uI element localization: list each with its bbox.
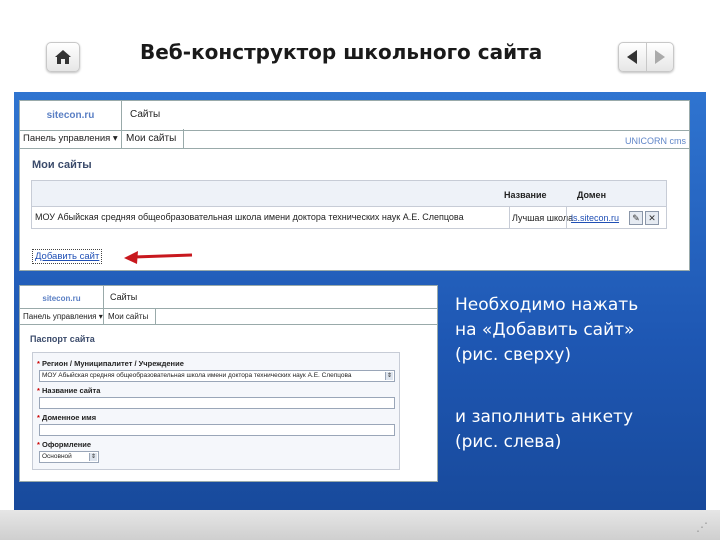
instruction-line: и заполнить анкету — [455, 407, 634, 427]
site-name-label: * Название сайта — [37, 386, 101, 395]
home-icon — [55, 50, 71, 64]
section-title: Паспорт сайта — [30, 334, 95, 344]
next-slide-button[interactable] — [647, 43, 674, 71]
tab-my-sites[interactable]: Мои сайты — [122, 129, 184, 149]
site-passport-form: * Регион / Муниципалитет / Учреждение МО… — [32, 352, 400, 470]
site-name-input[interactable] — [39, 397, 395, 409]
site-name-cell: Лучшая школа — [509, 207, 573, 229]
table-row[interactable]: МОУ Абыйская средняя общеобразовательная… — [32, 207, 666, 229]
instruction-line: на «Добавить сайт» — [455, 320, 635, 340]
domain-link[interactable]: ls.sitecon.ru — [566, 207, 619, 229]
slide-footer: ⋰ — [0, 510, 720, 540]
column-header-domain: Домен — [577, 190, 606, 200]
slide-nav — [618, 42, 674, 72]
column-header-name: Название — [504, 190, 547, 200]
instruction-line: Необходимо нажать — [455, 295, 639, 315]
add-site-link[interactable]: Добавить сайт — [32, 249, 103, 264]
tab-control-panel[interactable]: Панель управления ▾ — [20, 309, 104, 325]
table-header: Название Домен — [32, 181, 666, 207]
slide-title: Веб-конструктор школьного сайта — [140, 40, 543, 64]
screenshot-my-sites: sitecon.ru Сайты Панель управления ▾ Мои… — [19, 100, 690, 271]
select-arrows-icon: ⇕ — [385, 372, 393, 380]
cms-tabs: Панель управления ▾ Мои сайты — [20, 309, 437, 325]
school-cell: МОУ Абыйская средняя общеобразовательная… — [35, 212, 464, 222]
instruction-line: (рис. сверху) — [455, 345, 571, 365]
cms-header-title: Сайты — [130, 109, 161, 120]
prev-slide-button[interactable] — [619, 43, 647, 71]
edit-icon[interactable]: ✎ — [629, 211, 643, 225]
tab-my-sites[interactable]: Мои сайты — [104, 309, 156, 325]
home-button[interactable] — [46, 42, 80, 72]
resize-grip-icon: ⋰ — [696, 520, 708, 534]
red-arrow-icon — [124, 251, 193, 264]
slide-header: Веб-конструктор школьного сайта — [0, 0, 720, 92]
tab-control-panel[interactable]: Панель управления ▾ — [20, 129, 122, 149]
instruction-line: (рис. слева) — [455, 432, 562, 452]
cms-header-title: Сайты — [110, 292, 138, 302]
unicorn-cms-label: UNICORN cms — [625, 136, 686, 146]
region-field-label: * Регион / Муниципалитет / Учреждение — [37, 359, 184, 368]
row-actions: ✎ ✕ — [629, 211, 659, 225]
design-select[interactable]: Основной ⇕ — [39, 451, 99, 463]
design-label: * Оформление — [37, 440, 92, 449]
cms-tabs: Панель управления ▾ Мои сайты — [20, 129, 689, 149]
screenshot-site-passport: sitecon.ru Сайты Панель управления ▾ Мои… — [19, 285, 438, 482]
select-arrows-icon: ⇕ — [89, 453, 97, 461]
arrow-right-icon — [654, 50, 665, 64]
domain-name-input[interactable] — [39, 424, 395, 436]
domain-name-label: * Доменное имя — [37, 413, 97, 422]
instructions-text: Необходимо нажать на «Добавить сайт» (ри… — [455, 293, 695, 455]
section-title: Мои сайты — [32, 159, 92, 171]
arrow-left-icon — [627, 50, 638, 64]
delete-icon[interactable]: ✕ — [645, 211, 659, 225]
region-select[interactable]: МОУ Абыйская средняя общеобразовательная… — [39, 370, 395, 382]
sites-table: Название Домен МОУ Абыйская средняя обще… — [31, 180, 667, 229]
